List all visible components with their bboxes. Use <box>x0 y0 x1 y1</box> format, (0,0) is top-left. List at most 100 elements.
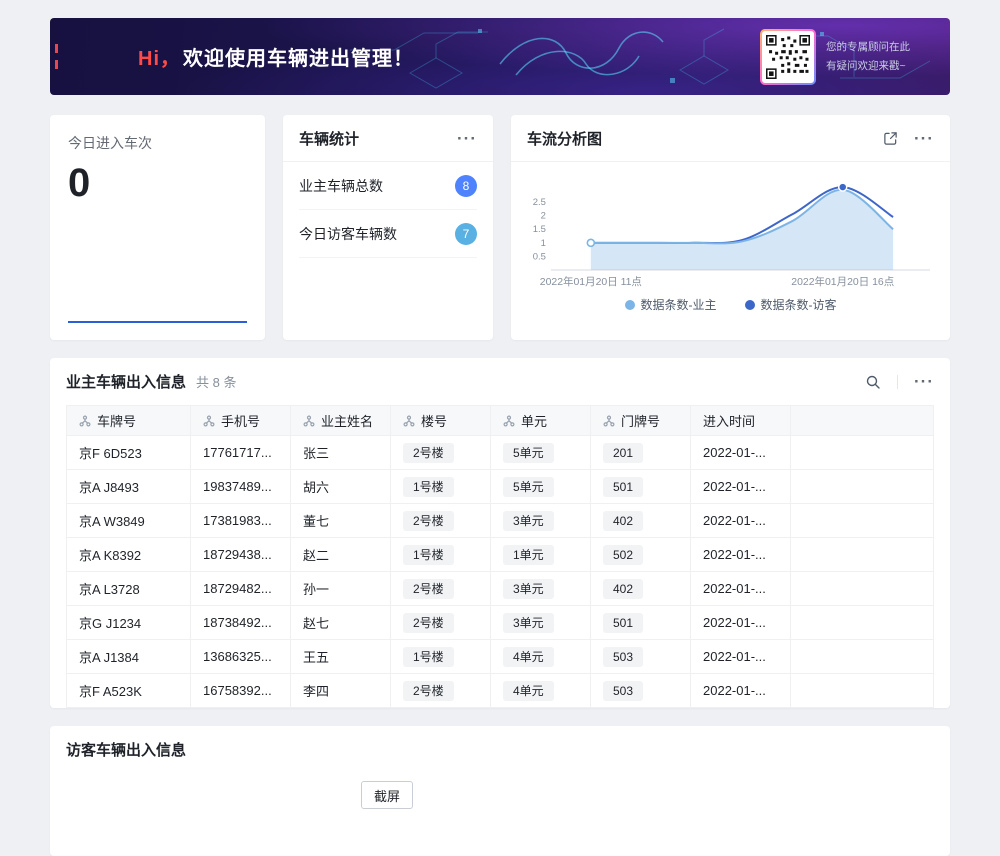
table-row[interactable]: 京A J138413686325...王五1号楼4单元5032022-01-..… <box>67 640 934 674</box>
banner-greeting-hi: Hi， <box>138 48 181 70</box>
tag-value: 2号楼 <box>403 613 454 633</box>
table-cell: 2号楼 <box>391 572 491 606</box>
visitor-table-header: 访客车辆出入信息 <box>50 726 950 773</box>
table-cell: 18729438... <box>191 538 291 572</box>
table-row[interactable]: 京F A523K16758392...李四2号楼4单元5032022-01-..… <box>67 674 934 708</box>
vehicle-stats-header: 车辆统计 ··· <box>283 115 493 162</box>
table-cell: 502 <box>591 538 691 572</box>
table-cell: 2号楼 <box>391 504 491 538</box>
entry-count-value: 0 <box>68 163 247 203</box>
table-cell: 赵二 <box>291 538 391 572</box>
column-header-楼号[interactable]: 楼号 <box>391 406 491 436</box>
legend-dot <box>745 300 755 310</box>
tag-value: 2号楼 <box>403 511 454 531</box>
vehicle-stats-list: 业主车辆总数8今日访客车辆数7 <box>283 162 493 258</box>
svg-text:2022年01月20日 11点: 2022年01月20日 11点 <box>540 275 642 288</box>
table-row[interactable]: 京F 6D52317761717...张三2号楼5单元2012022-01-..… <box>67 436 934 470</box>
table-cell: 1号楼 <box>391 538 491 572</box>
table-cell: 503 <box>591 674 691 708</box>
owner-table-title: 业主车辆出入信息 <box>66 371 186 392</box>
table-cell: 501 <box>591 470 691 504</box>
visitor-table-title: 访客车辆出入信息 <box>66 739 186 760</box>
tag-value: 1单元 <box>503 545 554 565</box>
owner-table-actions: ··· <box>865 373 934 390</box>
table-row[interactable]: 京A W384917381983...董七2号楼3单元4022022-01-..… <box>67 504 934 538</box>
table-cell: 2022-01-... <box>691 640 791 674</box>
table-row[interactable]: 京A J849319837489...胡六1号楼5单元5012022-01-..… <box>67 470 934 504</box>
table-row[interactable]: 京A L372818729482...孙一2号楼3单元4022022-01-..… <box>67 572 934 606</box>
owner-table-card: 业主车辆出入信息 共 8 条 ··· 车牌号手机号业主姓名楼号单元门牌号进入时间… <box>50 358 950 708</box>
tag-value: 503 <box>603 647 643 667</box>
field-type-icon <box>79 415 91 430</box>
flow-chart-area: 0.511.522.52022年01月20日 11点2022年01月20日 16… <box>511 162 950 321</box>
vehicle-dashboard-page: Hi，欢迎使用车辆进出管理！ <box>0 0 1000 800</box>
tag-value: 5单元 <box>503 477 554 497</box>
tag-value: 4单元 <box>503 681 554 701</box>
visitor-table-body: 截屏 <box>50 773 950 833</box>
more-menu-icon[interactable]: ··· <box>457 130 477 147</box>
field-type-icon <box>203 415 215 430</box>
chart-legend: 数据条数-业主 数据条数-访客 <box>521 292 940 321</box>
stat-item[interactable]: 业主车辆总数8 <box>299 162 477 210</box>
table-cell: 2022-01-... <box>691 674 791 708</box>
banner-greeting-text: 欢迎使用车辆进出管理！ <box>183 48 414 70</box>
tag-value: 5单元 <box>503 443 554 463</box>
table-cell: 4单元 <box>491 640 591 674</box>
more-menu-icon[interactable]: ··· <box>914 373 934 390</box>
tag-value: 3单元 <box>503 579 554 599</box>
svg-text:2022年01月20日 16点: 2022年01月20日 16点 <box>791 275 894 288</box>
flow-line-chart[interactable]: 0.511.522.52022年01月20日 11点2022年01月20日 16… <box>521 170 940 292</box>
table-cell: 2号楼 <box>391 606 491 640</box>
column-header-单元[interactable]: 单元 <box>491 406 591 436</box>
table-cell: 402 <box>591 504 691 538</box>
table-cell: 2022-01-... <box>691 572 791 606</box>
column-header-进入时间[interactable]: 进入时间 <box>691 406 791 436</box>
top-cards-row: 今日进入车次 0 车辆统计 ··· 业主车辆总数8今日访客车辆数7 车流分析图 <box>50 115 950 340</box>
table-cell: 402 <box>591 572 691 606</box>
legend-item[interactable]: 数据条数-访客 <box>745 296 837 313</box>
column-header-label: 车牌号 <box>97 414 136 429</box>
owner-vehicle-table: 车牌号手机号业主姓名楼号单元门牌号进入时间 京F 6D52317761717..… <box>66 405 934 708</box>
legend-item[interactable]: 数据条数-业主 <box>625 296 717 313</box>
table-cell <box>791 606 934 640</box>
field-type-icon <box>503 415 515 430</box>
export-icon[interactable] <box>883 131 898 146</box>
tag-value: 1号楼 <box>403 647 454 667</box>
table-cell: 2022-01-... <box>691 504 791 538</box>
today-entry-card: 今日进入车次 0 <box>50 115 265 340</box>
entry-trend-line <box>68 321 247 323</box>
table-cell: 董七 <box>291 504 391 538</box>
column-header-label: 单元 <box>521 414 547 429</box>
table-row[interactable]: 京G J123418738492...赵七2号楼3单元5012022-01-..… <box>67 606 934 640</box>
more-menu-icon[interactable]: ··· <box>914 130 934 147</box>
table-cell: 王五 <box>291 640 391 674</box>
column-header-业主姓名[interactable]: 业主姓名 <box>291 406 391 436</box>
table-cell: 5单元 <box>491 436 591 470</box>
legend-label: 数据条数-访客 <box>761 296 837 313</box>
search-icon[interactable] <box>865 374 881 390</box>
table-cell: 2022-01-... <box>691 606 791 640</box>
stat-item-label: 今日访客车辆数 <box>299 224 397 244</box>
table-cell: 京G J1234 <box>67 606 191 640</box>
vehicle-stats-title: 车辆统计 <box>299 128 359 149</box>
legend-label: 数据条数-业主 <box>641 296 717 313</box>
welcome-banner: Hi，欢迎使用车辆进出管理！ <box>50 18 950 95</box>
tag-value: 503 <box>603 681 643 701</box>
column-header-手机号[interactable]: 手机号 <box>191 406 291 436</box>
column-header-车牌号[interactable]: 车牌号 <box>67 406 191 436</box>
field-type-icon <box>603 415 615 430</box>
table-row[interactable]: 京A K839218729438...赵二1号楼1单元5022022-01-..… <box>67 538 934 572</box>
table-cell: 17761717... <box>191 436 291 470</box>
column-header-label: 进入时间 <box>703 414 755 429</box>
table-cell: 孙一 <box>291 572 391 606</box>
table-cell: 4单元 <box>491 674 591 708</box>
stat-item[interactable]: 今日访客车辆数7 <box>299 210 477 258</box>
table-cell: 17381983... <box>191 504 291 538</box>
tag-value: 3单元 <box>503 511 554 531</box>
table-cell: 3单元 <box>491 572 591 606</box>
partial-button[interactable]: 截屏 <box>361 781 413 809</box>
qr-code[interactable] <box>762 31 814 83</box>
table-cell: 2号楼 <box>391 436 491 470</box>
column-header-门牌号[interactable]: 门牌号 <box>591 406 691 436</box>
tag-value: 501 <box>603 613 643 633</box>
